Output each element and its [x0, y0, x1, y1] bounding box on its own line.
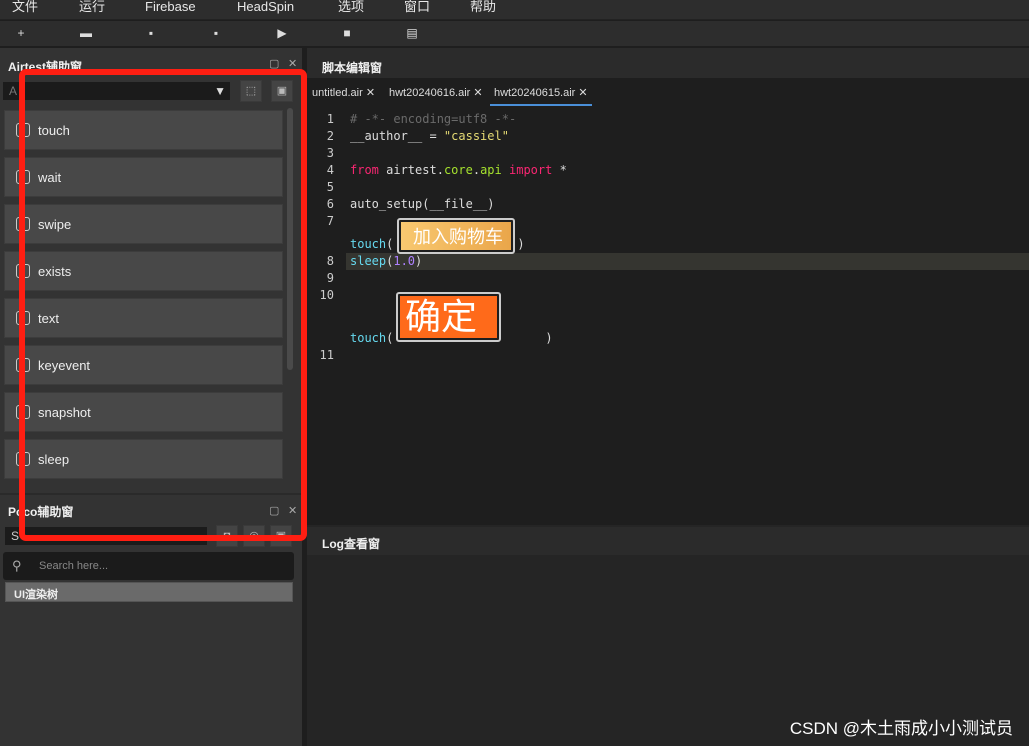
menu-headspin[interactable]: HeadSpin	[237, 0, 294, 14]
line-number: 10	[319, 288, 334, 302]
line-number: 2	[326, 129, 334, 143]
save-as-icon[interactable]: ▪	[208, 25, 224, 41]
tab-label: untitled.air	[312, 87, 363, 99]
close-icon[interactable]: ✕	[366, 87, 375, 99]
combo-value: S	[11, 529, 20, 543]
current-line-highlight	[346, 253, 1029, 270]
line-number: 1	[326, 112, 334, 126]
search-placeholder: Search here...	[39, 560, 109, 572]
line-number: 3	[326, 146, 334, 160]
line-number: 9	[326, 271, 334, 285]
code-line: # -*- encoding=utf8 -*-	[350, 112, 517, 126]
code-line: __author__ = "cassiel"	[350, 129, 509, 143]
menu-firebase[interactable]: Firebase	[145, 0, 196, 14]
close-icon[interactable]: ✕	[578, 87, 587, 99]
code-line: auto_setup(__file__)	[350, 197, 495, 211]
code-line: from airtest.core.api import *	[350, 163, 567, 177]
line-number: 8	[326, 254, 334, 268]
log-panel	[307, 525, 1029, 746]
line-number: 5	[326, 180, 334, 194]
search-icon: ⚲	[12, 558, 22, 573]
tab-label: hwt20240616.air	[389, 87, 471, 99]
line-number: 11	[319, 348, 334, 362]
log-panel-title: Log查看窗	[322, 537, 380, 551]
editor-header	[307, 48, 1029, 78]
log-header	[307, 527, 1029, 555]
editor-title: 脚本编辑窗	[322, 61, 383, 75]
new-icon[interactable]: +	[13, 25, 29, 41]
menu-options[interactable]: 选项	[338, 0, 364, 14]
watermark: CSDN @木土雨成小小测试员	[789, 719, 1013, 738]
line-number: 7	[326, 214, 334, 228]
image-text: 加入购物车	[401, 222, 511, 250]
tab-label: hwt20240615.air	[494, 87, 576, 99]
save-icon[interactable]: ▪	[143, 25, 159, 41]
code-line: sleep(1.0)	[350, 254, 423, 268]
annotation-highlight-box	[19, 69, 307, 541]
open-folder-icon[interactable]: ▬	[78, 25, 94, 41]
line-number: 4	[326, 163, 334, 177]
stop-icon[interactable]: ■	[339, 25, 355, 41]
image-template-confirm[interactable]: 确定	[396, 292, 502, 342]
menu-bar: 文件 运行 Firebase HeadSpin 选项 窗口 帮助	[0, 0, 1029, 20]
menu-help[interactable]: 帮助	[470, 0, 496, 14]
line-number: 6	[326, 197, 334, 211]
menu-window[interactable]: 窗口	[404, 0, 430, 14]
menu-run[interactable]: 运行	[79, 0, 105, 14]
tab-hwt20240616[interactable]: hwt20240616.air ✕	[385, 80, 487, 106]
toolbar: + ▬ ▪ ▪ ▶ ■ ▤	[0, 21, 1029, 46]
search-input[interactable]: ⚲ Search here...	[3, 552, 294, 580]
image-text: 确定	[400, 296, 498, 338]
ui-tree-header[interactable]: UI渲染树	[5, 582, 293, 602]
combo-value: A	[9, 84, 18, 98]
image-template-add-to-cart[interactable]: 加入购物车	[397, 218, 515, 254]
log-icon[interactable]: ▤	[404, 25, 420, 41]
tab-hwt20240615[interactable]: hwt20240615.air ✕	[490, 80, 592, 106]
menu-file[interactable]: 文件	[12, 0, 38, 14]
close-icon[interactable]: ✕	[473, 87, 482, 99]
tab-untitled[interactable]: untitled.air ✕	[308, 80, 379, 106]
run-icon[interactable]: ▶	[274, 25, 290, 41]
